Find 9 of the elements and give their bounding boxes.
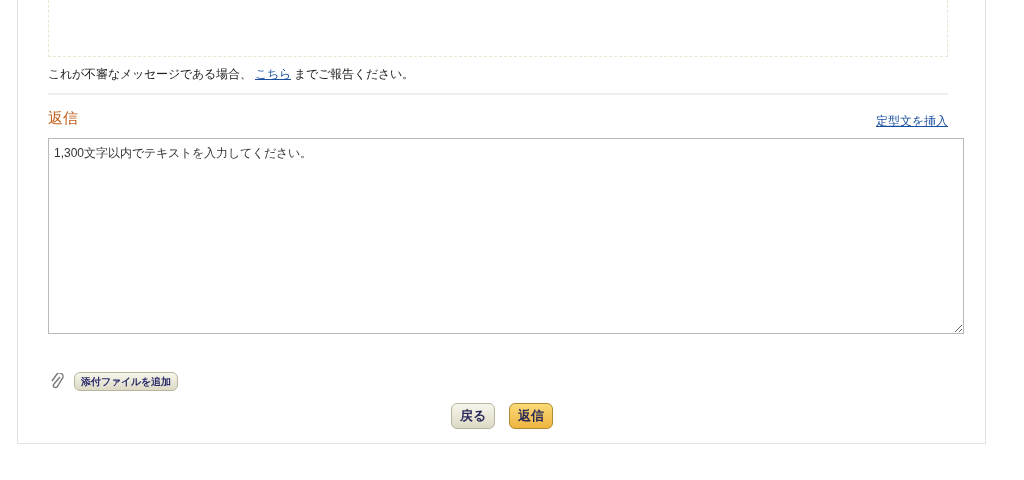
paperclip-icon [50,373,64,389]
add-attachment-button[interactable]: 添付ファイルを追加 [74,371,178,391]
send-button[interactable]: 返信 [508,402,553,429]
report-link[interactable]: こちら [255,67,291,81]
back-button[interactable]: 戻る [450,402,495,429]
insert-template-link[interactable]: 定型文を挿入 [876,111,948,130]
report-notice: これが不審なメッセージである場合、 こちら までご報告ください。 [48,66,415,83]
reply-field[interactable]: 1,300文字以内でテキストを入力してください。 [48,137,964,334]
reply-heading: 返信 [48,108,78,128]
